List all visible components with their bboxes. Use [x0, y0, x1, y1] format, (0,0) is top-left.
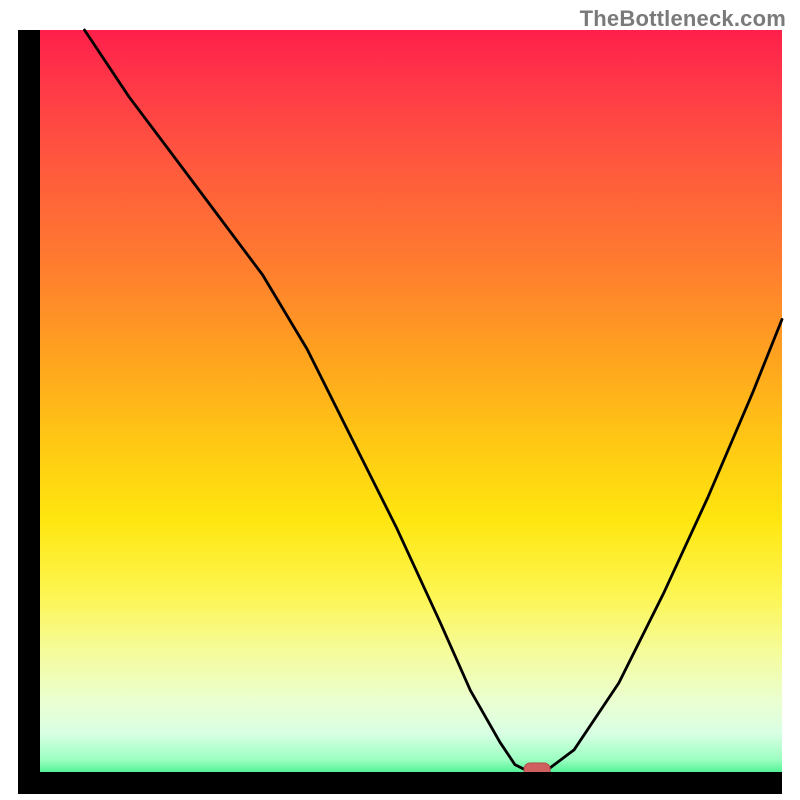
bottleneck-curve [85, 30, 783, 772]
axis-left-bar [18, 30, 40, 794]
watermark-text: TheBottleneck.com [580, 6, 786, 32]
axis-bottom-bar [18, 772, 782, 794]
curve-svg [18, 30, 782, 794]
chart-plot-area [18, 30, 782, 794]
